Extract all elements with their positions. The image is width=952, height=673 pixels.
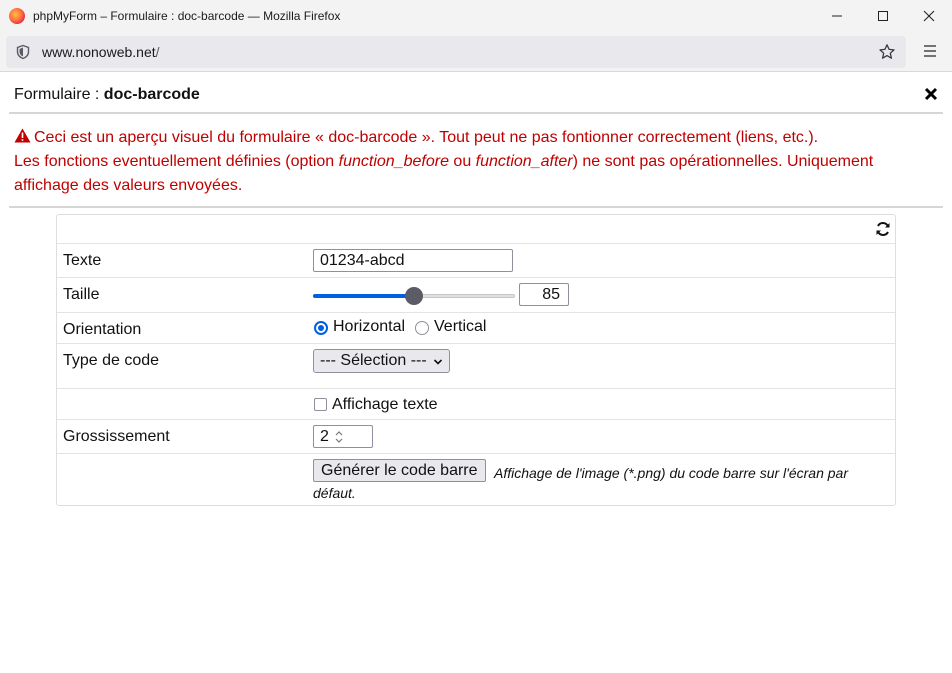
minimize-icon xyxy=(832,15,842,17)
radio-vertical-label[interactable]: Vertical xyxy=(434,318,486,336)
row-taille: Taille 85 xyxy=(57,277,895,312)
maximize-button[interactable] xyxy=(860,0,906,32)
warning-text-2a: Les fonctions eventuellement définies (o… xyxy=(14,153,339,170)
grossissement-stepper[interactable]: 2 xyxy=(313,425,373,448)
warning-text-1: Ceci est un aperçu visuel du formulaire … xyxy=(34,129,819,146)
form-title-name: doc-barcode xyxy=(103,86,200,103)
url-host: www.nonoweb.net xyxy=(42,44,156,60)
form-title-prefix: Formulaire : xyxy=(14,86,104,103)
window-controls xyxy=(814,0,952,32)
generate-barcode-button[interactable]: Générer le code barre xyxy=(313,459,486,482)
taille-slider[interactable] xyxy=(313,287,515,305)
navigation-bar: www.nonoweb.net/ xyxy=(0,32,952,72)
chevron-down-icon xyxy=(433,359,443,365)
slider-thumb[interactable] xyxy=(405,287,423,305)
window-titlebar: phpMyForm – Formulaire : doc-barcode — M… xyxy=(0,0,952,32)
label-grossissement: Grossissement xyxy=(63,428,170,445)
label-orientation: Orientation xyxy=(63,321,142,338)
url-bar[interactable]: www.nonoweb.net/ xyxy=(6,36,906,68)
row-grossissement: Grossissement 2 xyxy=(57,419,895,453)
warning-icon xyxy=(14,128,31,143)
close-form-icon[interactable] xyxy=(923,86,939,102)
maximize-icon xyxy=(878,11,888,21)
close-icon xyxy=(923,10,935,22)
row-type-code: Type de code --- Sélection --- xyxy=(57,343,895,388)
slider-fill xyxy=(313,294,414,298)
page-title: Formulaire : doc-barcode xyxy=(14,86,200,104)
type-code-select[interactable]: --- Sélection --- xyxy=(313,349,450,373)
stepper-arrows-icon[interactable] xyxy=(334,429,344,445)
taille-value-field[interactable]: 85 xyxy=(519,283,569,306)
shield-icon[interactable] xyxy=(14,43,32,61)
warning-text-2c: ou xyxy=(448,153,476,170)
warning-text-2b: function_before xyxy=(338,153,449,170)
form-toolbar-row xyxy=(57,215,895,243)
url-text: www.nonoweb.net/ xyxy=(42,44,160,60)
type-code-selected: --- Sélection --- xyxy=(320,352,427,369)
hamburger-menu-icon[interactable] xyxy=(922,43,938,59)
row-orientation: Orientation Horizontal Vertical xyxy=(57,312,895,343)
label-texte: Texte xyxy=(63,252,102,269)
radio-horizontal[interactable] xyxy=(314,321,328,335)
form-table: Texte 01234-abcd Taille 85 Orientation H… xyxy=(56,214,896,506)
window-title: phpMyForm – Formulaire : doc-barcode — M… xyxy=(33,9,341,23)
radio-vertical[interactable] xyxy=(415,321,429,335)
radio-horizontal-label[interactable]: Horizontal xyxy=(333,318,405,336)
minimize-button[interactable] xyxy=(814,0,860,32)
refresh-icon[interactable] xyxy=(875,221,891,237)
row-generate: Affichage de l'image (*.png) du code bar… xyxy=(57,453,895,505)
row-affichage: Affichage texte xyxy=(57,388,895,419)
warning-line-1: Ceci est un aperçu visuel du formulaire … xyxy=(14,126,914,150)
row-texte: Texte 01234-abcd xyxy=(57,243,895,277)
grossissement-value: 2 xyxy=(320,427,329,445)
affichage-texte-checkbox[interactable] xyxy=(314,398,327,411)
form-header: Formulaire : doc-barcode xyxy=(9,72,943,114)
texte-input[interactable]: 01234-abcd xyxy=(313,249,513,272)
affichage-texte-label[interactable]: Affichage texte xyxy=(332,396,438,414)
page-content: Formulaire : doc-barcode Ceci est un ape… xyxy=(0,72,952,673)
close-window-button[interactable] xyxy=(906,0,952,32)
warning-line-2: Les fonctions eventuellement définies (o… xyxy=(14,150,914,198)
preview-warning: Ceci est un aperçu visuel du formulaire … xyxy=(14,126,914,198)
label-taille: Taille xyxy=(63,286,100,303)
warning-text-2d: function_after xyxy=(475,153,573,170)
firefox-logo-icon xyxy=(9,8,25,24)
bookmark-star-icon[interactable] xyxy=(878,43,896,61)
label-type-code: Type de code xyxy=(63,352,160,369)
url-path: / xyxy=(155,44,160,60)
separator xyxy=(9,206,943,208)
